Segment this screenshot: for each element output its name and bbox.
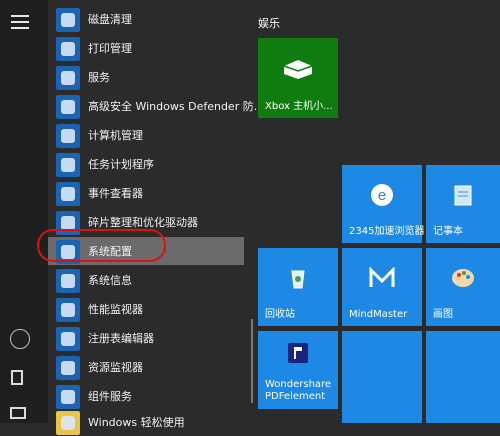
scrollbar[interactable] xyxy=(251,319,253,403)
app-label: 服务 xyxy=(88,71,110,84)
mindmaster-icon xyxy=(369,266,395,287)
app-item-component-services[interactable]: 组件服务 xyxy=(48,382,244,410)
app-item-event-viewer[interactable]: 事件查看器 xyxy=(48,179,244,207)
tile-recycle-bin[interactable]: 回收站 xyxy=(258,248,338,326)
app-label: Windows 轻松使用 xyxy=(88,416,185,429)
tile-label: 画图 xyxy=(433,309,453,320)
tile-label: 回收站 xyxy=(265,309,295,320)
hamburger-menu-icon[interactable] xyxy=(11,15,29,29)
registry-editor-icon xyxy=(56,327,80,351)
browser-e-icon: e xyxy=(371,183,393,206)
app-label: 高级安全 Windows Defender 防... xyxy=(88,100,265,113)
tile-paint[interactable]: 画图 xyxy=(426,248,500,326)
paint-palette-icon xyxy=(452,268,474,287)
app-item-task-scheduler[interactable]: 任务计划程序 xyxy=(48,150,244,178)
app-label: 事件查看器 xyxy=(88,187,143,200)
tile-blank-1[interactable] xyxy=(342,331,422,423)
clock-icon xyxy=(56,153,80,177)
app-item-registry-editor[interactable]: 注册表编辑器 xyxy=(48,324,244,352)
tile-label: 记事本 xyxy=(433,226,463,237)
tile-mindmaster[interactable]: MindMaster xyxy=(342,248,422,326)
event-viewer-icon xyxy=(56,182,80,206)
tile-notepad[interactable]: 记事本 xyxy=(426,165,500,243)
tile-group-label: 娱乐 xyxy=(258,17,280,30)
resource-monitor-icon xyxy=(56,356,80,380)
recycle-bin-icon xyxy=(291,270,305,289)
app-item-services[interactable]: 服务 xyxy=(48,63,244,91)
tile-blank-2[interactable] xyxy=(426,331,500,423)
computer-management-icon xyxy=(56,124,80,148)
performance-monitor-icon xyxy=(56,298,80,322)
tile-wondershare-pdfelement[interactable]: Wondershare PDFelement xyxy=(258,331,338,409)
app-label: 任务计划程序 xyxy=(88,158,154,171)
tile-xbox[interactable]: Xbox 主机小... xyxy=(258,38,338,118)
svg-text:e: e xyxy=(378,187,386,204)
pdfelement-icon xyxy=(288,342,308,363)
tile-label: Xbox 主机小... xyxy=(265,101,333,112)
app-label: 系统信息 xyxy=(88,274,132,287)
tile-label: Wondershare PDFelement xyxy=(265,379,332,402)
print-management-icon xyxy=(56,37,80,61)
app-label: 注册表编辑器 xyxy=(88,332,154,345)
services-gear-icon xyxy=(56,66,80,90)
app-item-disk-cleanup[interactable]: 磁盘清理 xyxy=(48,5,244,33)
pictures-icon[interactable] xyxy=(10,407,26,419)
tile-2345-browser[interactable]: e 2345加速浏览器 xyxy=(342,165,425,243)
tile-label: MindMaster xyxy=(349,309,408,320)
app-item-firewall[interactable]: 高级安全 Windows Defender 防... xyxy=(48,92,264,120)
documents-icon[interactable] xyxy=(11,370,23,385)
component-services-icon xyxy=(56,385,80,409)
left-rail xyxy=(0,0,48,423)
app-item-resource-monitor[interactable]: 资源监视器 xyxy=(48,353,244,381)
app-label: 计算机管理 xyxy=(88,129,143,142)
user-avatar-icon[interactable] xyxy=(10,329,30,349)
app-item-system-info[interactable]: 系统信息 xyxy=(48,266,244,294)
app-folder-ease-of-access[interactable]: Windows 轻松使用 xyxy=(48,408,244,436)
disk-cleanup-icon xyxy=(56,8,80,32)
app-item-performance-monitor[interactable]: 性能监视器 xyxy=(48,295,244,323)
app-label: 资源监视器 xyxy=(88,361,143,374)
app-label: 打印管理 xyxy=(88,42,132,55)
app-label: 组件服务 xyxy=(88,390,132,403)
app-item-print-management[interactable]: 打印管理 xyxy=(48,34,244,62)
notepad-icon xyxy=(454,185,472,206)
app-label: 性能监视器 xyxy=(88,303,143,316)
app-item-computer-management[interactable]: 计算机管理 xyxy=(48,121,244,149)
tile-label: 2345加速浏览器 xyxy=(349,226,425,237)
system-info-icon xyxy=(56,269,80,293)
app-list: 磁盘清理 打印管理 服务 高级安全 Windows Defender 防... … xyxy=(48,0,264,435)
folder-icon xyxy=(56,411,80,435)
highlight-annotation-circle xyxy=(37,229,166,262)
xbox-console-icon xyxy=(283,60,313,80)
firewall-icon xyxy=(56,95,80,119)
app-label: 碎片整理和优化驱动器 xyxy=(88,216,198,229)
app-label: 磁盘清理 xyxy=(88,13,132,26)
